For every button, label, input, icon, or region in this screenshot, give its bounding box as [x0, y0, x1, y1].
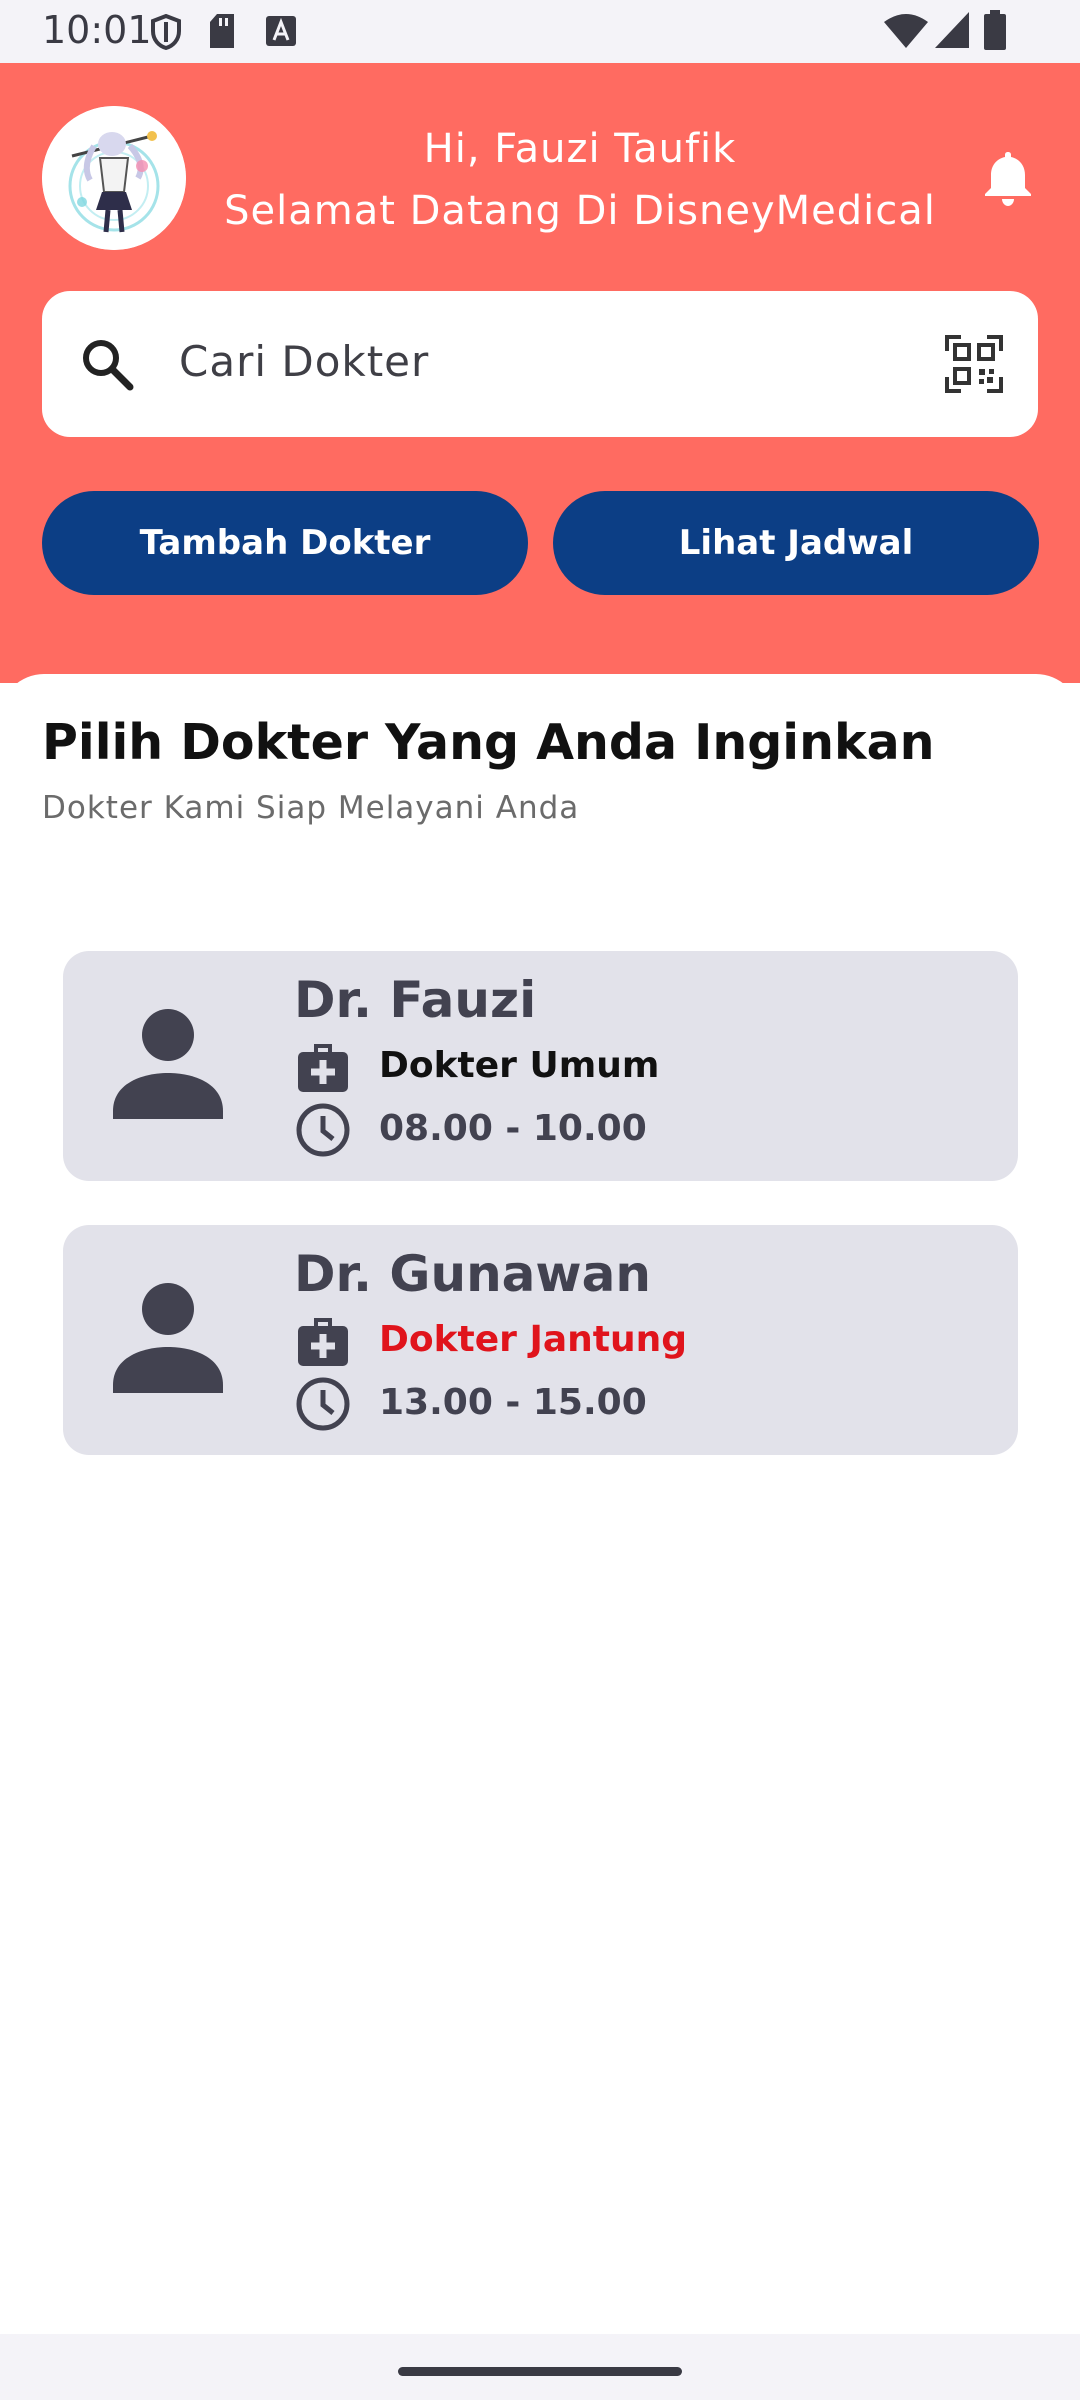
- doctor-name: Dr. Fauzi: [294, 971, 537, 1029]
- view-schedule-button[interactable]: Lihat Jadwal: [553, 491, 1039, 595]
- bell-icon[interactable]: [980, 148, 1036, 208]
- greeting-welcome: Selamat Datang Di DisneyMedical: [224, 188, 936, 234]
- font-icon: [266, 16, 296, 46]
- clock-icon: [296, 1103, 350, 1157]
- signal-icon: [935, 12, 969, 48]
- greeting: Hi, Fauzi Taufik Selamat Datang Di Disne…: [200, 118, 960, 242]
- battery-icon: [984, 10, 1006, 50]
- avatar[interactable]: [42, 106, 186, 250]
- content-panel: Pilih Dokter Yang Anda Inginkan Dokter K…: [0, 674, 1080, 2334]
- doctor-card[interactable]: Dr. Fauzi Dokter Umum 08.00 - 10.00: [63, 951, 1018, 1181]
- doctor-hours: 08.00 - 10.00: [379, 1108, 647, 1149]
- section-title: Pilih Dokter Yang Anda Inginkan: [42, 714, 935, 771]
- clock-icon: [296, 1377, 350, 1431]
- greeting-name: Hi, Fauzi Taufik: [423, 126, 737, 172]
- doctor-card[interactable]: Dr. Gunawan Dokter Jantung 13.00 - 15.00: [63, 1225, 1018, 1455]
- person-icon: [113, 1283, 223, 1393]
- sd-card-icon: [210, 14, 234, 48]
- avatar-illustration-icon: [42, 106, 186, 250]
- home-gesture-handle[interactable]: [398, 2367, 682, 2376]
- person-icon: [113, 1009, 223, 1119]
- search-icon: [83, 340, 134, 391]
- doctor-specialty: Dokter Jantung: [379, 1319, 688, 1360]
- qr-scan-icon[interactable]: [945, 335, 1003, 393]
- doctor-hours: 13.00 - 15.00: [379, 1382, 647, 1423]
- shield-icon: [151, 14, 181, 50]
- section-subtitle: Dokter Kami Siap Melayani Anda: [42, 790, 580, 826]
- navigation-bar: [0, 2334, 1080, 2400]
- status-bar: 10:01: [0, 0, 1080, 63]
- wifi-icon: [884, 14, 928, 48]
- doctor-name: Dr. Gunawan: [294, 1245, 651, 1303]
- medical-bag-icon: [298, 1318, 348, 1366]
- doctor-specialty: Dokter Umum: [379, 1045, 660, 1086]
- status-time: 10:01: [42, 8, 152, 52]
- search-input[interactable]: Cari Dokter: [179, 337, 429, 386]
- add-doctor-button[interactable]: Tambah Dokter: [42, 491, 528, 595]
- search-bar[interactable]: Cari Dokter: [42, 291, 1038, 437]
- medical-bag-icon: [298, 1044, 348, 1092]
